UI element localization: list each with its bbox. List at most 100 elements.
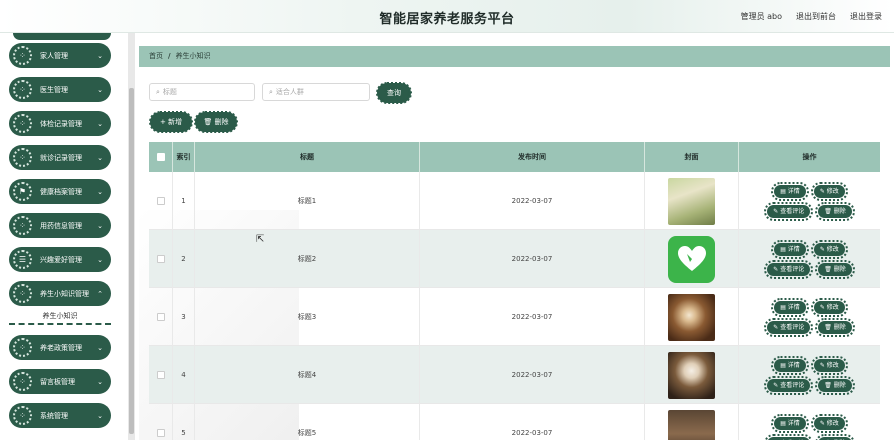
sidebar-item-health-record[interactable]: ⚑ 健康档案管理 ⌄ — [9, 179, 111, 204]
search-icon: ⌕ — [269, 88, 273, 96]
sidebar-item-medication[interactable]: ⁘ 用药信息管理 ⌄ — [9, 213, 111, 238]
edit-button[interactable]: ✎ 修改 — [810, 413, 848, 433]
chevron-down-icon: ⌄ — [97, 343, 103, 352]
sidebar-item-system[interactable]: ⁘ 系统管理 ⌄ — [9, 403, 111, 428]
table-row: 4 标题4 2022-03-07 ▤ 详情 ✎ 修改 ✎ 查看评论 🗑 删除 — [149, 346, 880, 404]
detail-button[interactable]: ▤ 详情 — [771, 181, 809, 201]
edit-button[interactable]: ✎ 修改 — [810, 239, 848, 259]
app-root: { "header": { "title": "智能居家养老服务平台", "ad… — [0, 0, 894, 440]
detail-button[interactable]: ▤ 详情 — [771, 355, 809, 375]
sidebar-item-doctor[interactable]: ⁘ 医生管理 ⌄ — [9, 77, 111, 102]
sidebar-item-visit[interactable]: ⁘ 就诊记录管理 ⌄ — [9, 145, 111, 170]
row-index: 4 — [173, 346, 195, 404]
row-delete-label: 删除 — [833, 323, 846, 331]
pencil-icon: ✎ — [819, 245, 827, 253]
row-checkbox[interactable] — [156, 197, 165, 205]
view-comments-label: 查看评论 — [780, 323, 805, 331]
breadcrumb-current: 养生小知识 — [175, 52, 211, 60]
view-comments-button[interactable]: ✎ 查看评论 — [764, 375, 814, 395]
edit-button[interactable]: ✎ 修改 — [810, 297, 848, 317]
cover-image[interactable] — [668, 409, 715, 440]
view-comments-button[interactable]: ✎ 查看评论 — [764, 201, 814, 221]
row-checkbox[interactable] — [156, 429, 165, 437]
sidebar-item-message-board[interactable]: ⁘ 留言板管理 ⌄ — [9, 369, 111, 394]
select-all-cell — [149, 142, 173, 172]
row-delete-button[interactable]: 🗑 删除 — [815, 259, 855, 279]
title-search-placeholder: 标题 — [162, 88, 177, 96]
column-date[interactable]: 发布时间 — [420, 142, 645, 172]
row-delete-label: 删除 — [833, 265, 846, 273]
detail-button-label: 详情 — [787, 245, 800, 253]
heart-icon — [677, 246, 706, 271]
logout-link[interactable]: 退出登录 — [850, 11, 882, 22]
view-comments-label: 查看评论 — [780, 381, 805, 389]
row-title: 标题2 — [195, 230, 420, 288]
column-cover[interactable]: 封面 — [645, 142, 739, 172]
chevron-down-icon: ⌄ — [97, 153, 103, 162]
column-index[interactable]: 索引 — [173, 142, 195, 172]
row-checkbox[interactable] — [156, 255, 165, 263]
back-to-front-link[interactable]: 退出到前台 — [796, 11, 836, 22]
view-comments-button[interactable]: ✎ 查看评论 — [764, 433, 814, 440]
document-icon: ▤ — [780, 419, 788, 427]
pencil-icon: ✎ — [819, 187, 827, 195]
row-checkbox[interactable] — [156, 313, 165, 321]
row-actions: ▤ 详情✎ 修改 ✎ 查看评论🗑 删除 — [764, 297, 855, 337]
gear-icon: ⁘ — [13, 80, 32, 99]
edit-button[interactable]: ✎ 修改 — [810, 181, 848, 201]
sidebar-item-family[interactable]: ⁘ 家人管理 ⌄ — [9, 43, 111, 68]
add-button[interactable]: + 新增 — [149, 111, 193, 133]
sidebar-subitem-health-tips[interactable]: 养生小知识 — [9, 309, 111, 325]
gear-icon: ⁘ — [13, 46, 32, 65]
delete-button[interactable]: 🗑 删除 — [194, 111, 238, 133]
cover-image[interactable] — [668, 177, 715, 225]
cover-image[interactable] — [668, 293, 715, 341]
breadcrumb-home[interactable]: 首页 — [149, 52, 163, 60]
row-checkbox[interactable] — [156, 371, 165, 379]
sidebar-scroll-thumb[interactable] — [129, 88, 134, 434]
edit-button[interactable]: ✎ 修改 — [810, 355, 848, 375]
sidebar-item-label: 留言板管理 — [40, 377, 75, 386]
row-delete-button[interactable]: 🗑 删除 — [815, 433, 855, 440]
chevron-down-icon: ⌄ — [97, 187, 103, 196]
select-all-checkbox[interactable] — [156, 153, 165, 161]
sidebar-item-health-tips[interactable]: ⁘ 养生小知识管理 ⌃ — [9, 281, 111, 306]
cover-cell — [645, 172, 739, 230]
table-row: 1 标题1 2022-03-07 ▤ 详情 ✎ 修改 ✎ 查看评论 🗑 删除 — [149, 172, 880, 230]
detail-button[interactable]: ▤ 详情 — [771, 413, 809, 433]
sidebar-item-partial[interactable] — [13, 33, 111, 40]
row-delete-button[interactable]: 🗑 删除 — [815, 375, 855, 395]
add-button-label: 新增 — [168, 118, 183, 126]
row-delete-button[interactable]: 🗑 删除 — [815, 317, 855, 337]
detail-button[interactable]: ▤ 详情 — [771, 297, 809, 317]
actions-cell: ▤ 详情✎ 修改 ✎ 查看评论🗑 删除 — [739, 346, 880, 404]
audience-search-input[interactable]: ⌕ 适合人群 — [262, 83, 370, 101]
row-index: 3 — [173, 288, 195, 346]
sidebar-item-hobby[interactable]: ☰ 兴趣爱好管理 ⌄ — [9, 247, 111, 272]
sidebar-item-checkup[interactable]: ⁘ 体检记录管理 ⌄ — [9, 111, 111, 136]
cover-image[interactable] — [668, 235, 715, 283]
column-title[interactable]: 标题 — [195, 142, 420, 172]
row-delete-button[interactable]: 🗑 删除 — [815, 201, 855, 221]
actions-cell: ▤ 详情✎ 修改 ✎ 查看评论🗑 删除 — [739, 230, 880, 288]
gear-icon: ⁘ — [13, 372, 32, 391]
breadcrumb-separator: / — [168, 52, 171, 60]
cover-image[interactable] — [668, 351, 715, 399]
view-comments-button[interactable]: ✎ 查看评论 — [764, 259, 814, 279]
view-comments-button[interactable]: ✎ 查看评论 — [764, 317, 814, 337]
pencil-icon: ✎ — [819, 361, 827, 369]
row-date: 2022-03-07 — [420, 404, 645, 440]
row-date: 2022-03-07 — [420, 172, 645, 230]
chevron-down-icon: ⌄ — [97, 119, 103, 128]
sidebar-item-label: 兴趣爱好管理 — [40, 255, 82, 264]
gear-icon: ⁘ — [13, 216, 32, 235]
cover-cell — [645, 404, 739, 440]
title-search-input[interactable]: ⌕ 标题 — [149, 83, 255, 101]
row-title: 标题4 — [195, 346, 420, 404]
query-button[interactable]: 查询 — [376, 82, 412, 104]
sidebar-item-policy[interactable]: ⁘ 养老政策管理 ⌄ — [9, 335, 111, 360]
pencil-icon: ✎ — [819, 303, 827, 311]
gear-icon: ⁘ — [13, 338, 32, 357]
trash-icon: 🗑 — [824, 207, 834, 215]
detail-button[interactable]: ▤ 详情 — [771, 239, 809, 259]
